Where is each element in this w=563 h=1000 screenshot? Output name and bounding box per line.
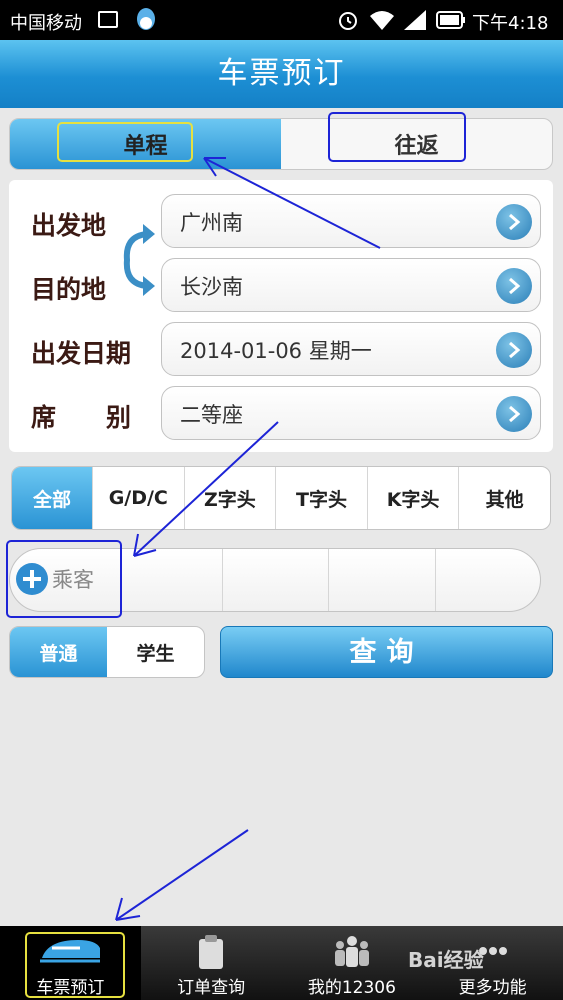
watermark-text: Bai经验	[408, 948, 484, 972]
alarm-icon	[339, 12, 357, 30]
date-label: 出发日期	[31, 339, 132, 368]
ticket-type-student[interactable]: 学生	[107, 627, 204, 677]
wifi-icon	[370, 11, 394, 30]
battery-icon	[436, 11, 465, 29]
destination-field[interactable]: 长沙南	[161, 258, 541, 312]
ticket-type-normal[interactable]: 普通	[10, 627, 107, 677]
carrier-name: 中国移动	[10, 13, 82, 34]
people-icon	[334, 936, 369, 967]
nav-label: 我的12306	[307, 978, 396, 998]
departure-field[interactable]: 广州南	[161, 194, 541, 248]
highlight-box-one-way	[57, 122, 193, 162]
nav-label: 订单查询	[177, 978, 246, 998]
nav-order-query[interactable]: 订单查询	[141, 926, 282, 1000]
chevron-right-icon	[496, 204, 532, 240]
ticket-type-toggle: 普通 学生	[9, 626, 205, 678]
chevron-right-icon	[496, 396, 532, 432]
status-bar: 中国移动 下午4:18	[0, 0, 563, 40]
image-notification-icon	[98, 11, 118, 28]
tab-train-t[interactable]: T字头	[275, 467, 367, 529]
tab-train-gdc[interactable]: G/D/C	[92, 467, 184, 529]
title-bar: 车票预订	[0, 40, 563, 108]
departure-value: 广州南	[180, 211, 243, 235]
baidu-watermark: Bai经验	[408, 944, 558, 996]
highlight-box-nav-booking	[25, 932, 125, 998]
page-title: 车票预订	[217, 56, 346, 91]
train-type-tabs: 全部 G/D/C Z字头 T字头 K字头 其他	[11, 466, 551, 530]
signal-icon	[404, 10, 426, 30]
departure-label: 出发地	[31, 211, 107, 240]
chevron-right-icon	[496, 268, 532, 304]
seat-label: 席 别	[31, 403, 132, 432]
chevron-right-icon	[496, 332, 532, 368]
search-button[interactable]: 查询	[220, 626, 553, 678]
clipboard-icon	[199, 935, 224, 969]
date-field[interactable]: 2014-01-06 星期一	[161, 322, 541, 376]
tab-train-all[interactable]: 全部	[12, 467, 92, 529]
date-value: 2014-01-06 星期一	[180, 339, 372, 363]
seat-field[interactable]: 二等座	[161, 386, 541, 440]
highlight-box-round-trip	[328, 112, 466, 162]
qq-icon	[137, 8, 155, 30]
destination-label: 目的地	[31, 275, 107, 304]
passenger-slot[interactable]	[328, 549, 329, 611]
seat-value: 二等座	[180, 403, 243, 427]
station-form: 出发地 目的地 出发日期 席 别 广州南 长沙南 2014-01-06 星期一 …	[9, 180, 553, 452]
swap-stations-icon[interactable]	[117, 220, 157, 300]
nav-my-12306[interactable]: 我的12306	[282, 926, 423, 1000]
destination-value: 长沙南	[180, 275, 243, 299]
passenger-slot[interactable]	[222, 549, 223, 611]
clock: 下午4:18	[472, 13, 549, 34]
highlight-box-passenger	[6, 540, 122, 618]
tab-train-k[interactable]: K字头	[366, 467, 459, 529]
tab-train-z[interactable]: Z字头	[183, 467, 276, 529]
passenger-slot[interactable]	[435, 549, 436, 611]
tab-train-other[interactable]: 其他	[458, 467, 550, 529]
